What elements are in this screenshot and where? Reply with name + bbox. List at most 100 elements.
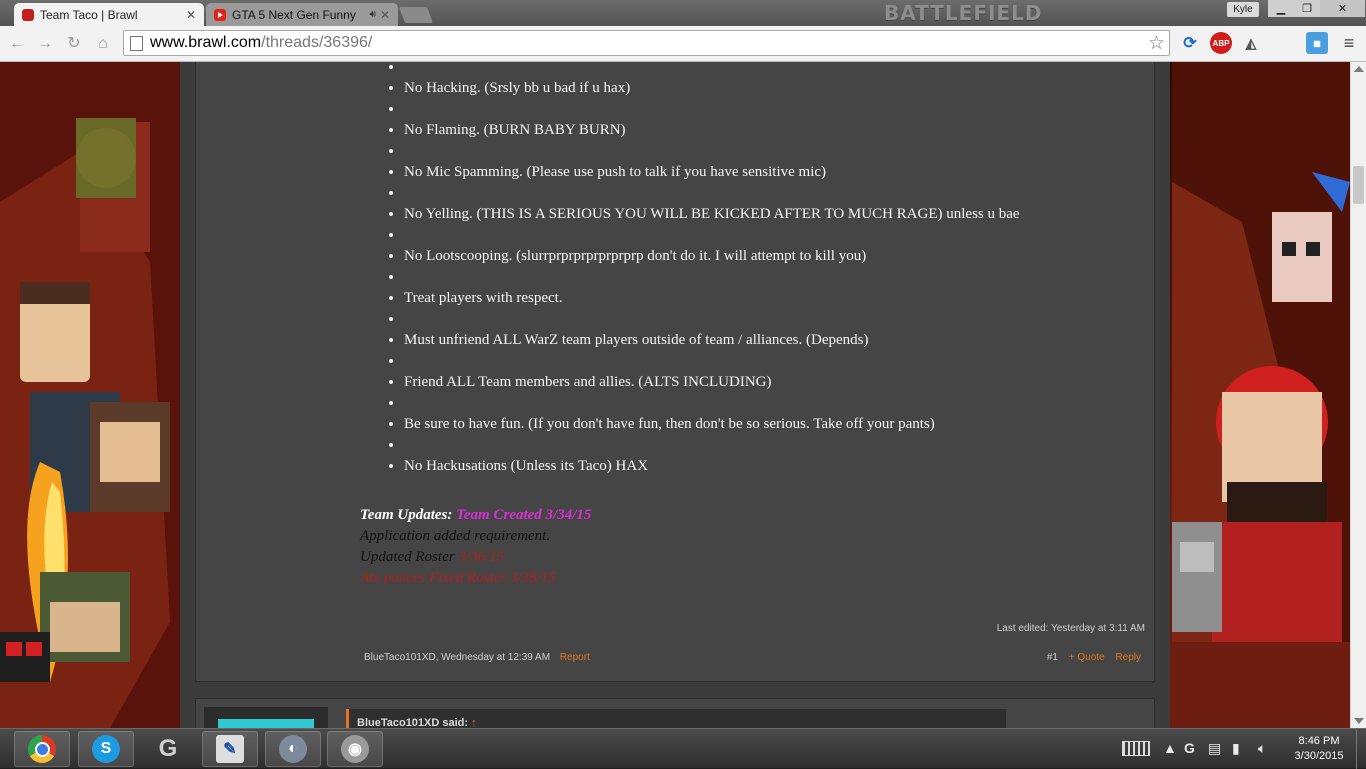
taskbar-speaker[interactable]: ◉ — [327, 731, 383, 767]
url-host: www.brawl.com — [150, 34, 262, 51]
roster-update-date: 3/36/15 — [458, 549, 505, 565]
list-item-empty — [404, 141, 1144, 162]
show-desktop-button[interactable] — [1356, 729, 1366, 769]
page-viewport: No Hacking. (Srsly bb u bad if u hax) No… — [0, 62, 1350, 728]
rule-item: No Mic Spamming. (Please use push to tal… — [404, 162, 1144, 183]
left-background-art — [0, 62, 180, 728]
quote-jump-icon[interactable]: ↑ — [471, 717, 477, 728]
report-link[interactable]: Report — [560, 652, 590, 663]
rules-list: No Hacking. (Srsly bb u bad if u hax) No… — [404, 62, 1144, 477]
rule-item: Treat players with respect. — [404, 288, 1144, 309]
updates-heading: Team Updates: — [360, 507, 453, 523]
rule-item: No Hackusations (Unless its Taco) HAX — [404, 456, 1144, 477]
profile-button[interactable]: Kyle — [1227, 2, 1259, 17]
page-scrollbar[interactable] — [1350, 62, 1366, 728]
clock-time: 8:46 PM — [1298, 735, 1340, 747]
avatar[interactable] — [218, 719, 314, 728]
volume-icon[interactable]: 🔈︎ — [1258, 740, 1266, 757]
device-tray-icon[interactable]: ▤ — [1208, 740, 1221, 757]
list-item-empty — [404, 309, 1144, 330]
team-created-date: Team Created 3/34/15 — [456, 507, 592, 523]
refresh-extension-icon[interactable]: ⟳ — [1179, 32, 1201, 54]
battlefield-watermark: BATTLEFIELD — [884, 1, 1043, 25]
list-item-empty — [404, 393, 1144, 414]
windows-taskbar: S G ✎ ◐ ◉ ▲ G ▤ ▮ 🔈︎ 8:46 PM 3/30/2015 — [0, 728, 1366, 769]
scrollbar-thumb[interactable] — [1353, 166, 1364, 204]
tab-team-taco[interactable]: Team Taco | Brawl ✕ — [14, 3, 204, 26]
chrome-icon — [28, 735, 56, 763]
url-path: /threads/36396/ — [261, 34, 373, 51]
quote-author: BlueTaco101XD said: — [357, 717, 469, 728]
list-item-empty — [404, 267, 1144, 288]
close-icon[interactable]: ✕ — [380, 8, 390, 22]
application-update: Application added requirement. — [360, 528, 551, 544]
list-item-empty — [404, 435, 1144, 456]
list-item-empty — [404, 225, 1144, 246]
last-edited-note: Last edited: Yesterday at 3:11 AM — [996, 623, 1145, 634]
hamburger-menu-icon[interactable]: ≡ — [1338, 32, 1360, 54]
quote-link[interactable]: + Quote — [1069, 652, 1105, 663]
taskbar-skype[interactable]: S — [78, 731, 134, 767]
quote-block: BlueTaco101XD said: ↑ — [346, 709, 1006, 728]
tab-label: GTA 5 Next Gen Funny — [232, 7, 356, 22]
teamspeak-icon: ◐ — [279, 735, 307, 763]
logitech-tray-icon[interactable]: G — [1184, 740, 1195, 756]
network-icon[interactable]: ▮ — [1232, 740, 1240, 757]
skype-icon: S — [92, 735, 120, 763]
post-actions: #1 + Quote Reply — [1047, 652, 1141, 663]
rule-item: No Hacking. (Srsly bb u bad if u hax) — [404, 78, 1144, 99]
speaker-icon: 🔊︎ — [369, 9, 376, 20]
roster-update-label: Updated Roster — [360, 549, 455, 565]
address-bar[interactable]: www.brawl.com/threads/36396/ ☆ — [123, 30, 1170, 56]
bookmark-star-icon[interactable]: ☆ — [1148, 32, 1165, 55]
adblock-icon[interactable]: ABP — [1210, 32, 1232, 54]
taskbar-logitech[interactable]: G — [140, 731, 196, 767]
minimize-button[interactable]: ▁ — [1268, 0, 1294, 17]
fixed-roster-update: Ate ponces Fixed Roster 3/38/15 — [360, 570, 556, 586]
taskbar-chrome[interactable] — [14, 731, 70, 767]
post-number-link[interactable]: #1 — [1047, 652, 1058, 663]
rule-item: Friend ALL Team members and allies. (ALT… — [404, 372, 1144, 393]
app-extension-icon[interactable]: ▦ — [1306, 32, 1328, 54]
back-arrow-icon[interactable]: ← — [8, 35, 26, 53]
close-icon[interactable]: ✕ — [186, 8, 196, 22]
tab-gta-video[interactable]: GTA 5 Next Gen Funny 🔊︎ ✕ — [206, 3, 398, 26]
brawl-favicon-icon — [22, 8, 34, 21]
window-close-button[interactable]: ✕ — [1320, 0, 1365, 17]
forum-post-second: BlueTaco101XD said: ↑ — [195, 698, 1155, 728]
home-icon[interactable]: ⌂ — [94, 35, 112, 53]
keyboard-icon[interactable] — [1122, 741, 1150, 756]
post-author-date[interactable]: BlueTaco101XD, Wednesday at 12:39 AM — [364, 652, 550, 663]
rule-item: Be sure to have fun. (If you don't have … — [404, 414, 1144, 435]
post-meta: BlueTaco101XD, Wednesday at 12:39 AM Rep… — [364, 652, 590, 663]
forward-arrow-icon[interactable]: → — [36, 35, 54, 53]
system-clock[interactable]: 8:46 PM 3/30/2015 — [1290, 734, 1348, 764]
rule-item: No Lootscooping. (slurrprprprprprprprp d… — [404, 246, 1144, 267]
rule-item: No Flaming. (BURN BABY BURN) — [404, 120, 1144, 141]
youtube-favicon-icon — [214, 8, 226, 21]
browser-titlebar: Team Taco | Brawl ✕ GTA 5 Next Gen Funny… — [0, 0, 1366, 26]
team-updates: Team Updates: Team Created 3/34/15 Appli… — [360, 505, 591, 589]
show-hidden-icons-icon[interactable]: ▲ — [1163, 740, 1177, 756]
reload-icon[interactable]: ↻ — [65, 35, 83, 53]
right-background-art — [1172, 62, 1350, 728]
speaker-icon: ◉ — [341, 735, 369, 763]
page-icon — [130, 35, 143, 51]
taskbar-pen-tool[interactable]: ✎ — [202, 731, 258, 767]
logitech-icon: G — [158, 735, 178, 762]
browser-toolbar: ← → ↻ ⌂ www.brawl.com/threads/36396/ ☆ ⟳… — [0, 26, 1366, 62]
forum-content: No Hacking. (Srsly bb u bad if u hax) No… — [180, 62, 1170, 728]
tab-label: Team Taco | Brawl — [40, 7, 138, 22]
list-item-empty — [404, 183, 1144, 204]
list-item-empty — [404, 62, 1144, 78]
taskbar-teamspeak[interactable]: ◐ — [265, 731, 321, 767]
new-tab-button[interactable] — [399, 7, 433, 23]
forum-post: No Hacking. (Srsly bb u bad if u hax) No… — [195, 62, 1155, 682]
maximize-button[interactable]: ❐ — [1294, 0, 1320, 17]
rule-item: Must unfriend ALL WarZ team players outs… — [404, 330, 1144, 351]
scroll-down-icon[interactable] — [1354, 718, 1364, 724]
list-item-empty — [404, 351, 1144, 372]
shark-icon[interactable]: ◭ — [1240, 32, 1262, 54]
scroll-up-icon[interactable] — [1354, 66, 1364, 72]
reply-link[interactable]: Reply — [1115, 652, 1141, 663]
